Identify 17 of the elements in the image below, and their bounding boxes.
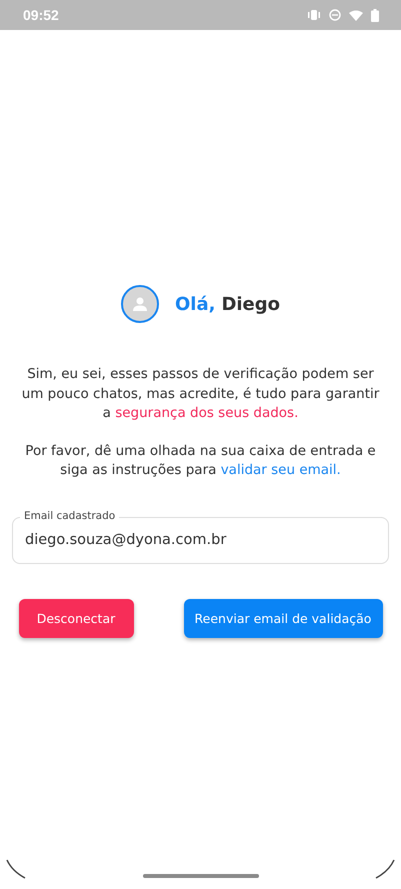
corner-curve-icon xyxy=(6,859,26,879)
corner-curve-icon xyxy=(375,859,395,879)
email-field-label: Email cadastrado xyxy=(20,510,120,522)
home-indicator[interactable] xyxy=(142,874,258,878)
info-paragraph: Por favor, dê uma olhada na sua caixa de entrada e siga as instruções para validar seu email. xyxy=(24,442,377,480)
do-not-disturb-icon xyxy=(329,9,341,21)
wifi-icon xyxy=(349,10,363,20)
info-paragraph: Sim, eu sei, esses passos de verificação podem ser um pouco chatos, mas acredite, é tudo para garantir a segurança dos seus dados. xyxy=(20,365,380,423)
status-time: 09:52 xyxy=(23,7,59,23)
greeting-salutation: Olá, xyxy=(174,294,216,314)
resend-email-button[interactable]: Reenviar email de validação xyxy=(184,598,382,638)
user-name: Diego xyxy=(221,294,280,314)
disconnect-button[interactable]: Desconectar xyxy=(18,598,134,638)
vibrate-icon xyxy=(307,10,321,20)
validate-email-link[interactable]: validar seu email. xyxy=(220,462,341,478)
battery-icon xyxy=(371,8,379,22)
person-icon xyxy=(132,296,148,312)
